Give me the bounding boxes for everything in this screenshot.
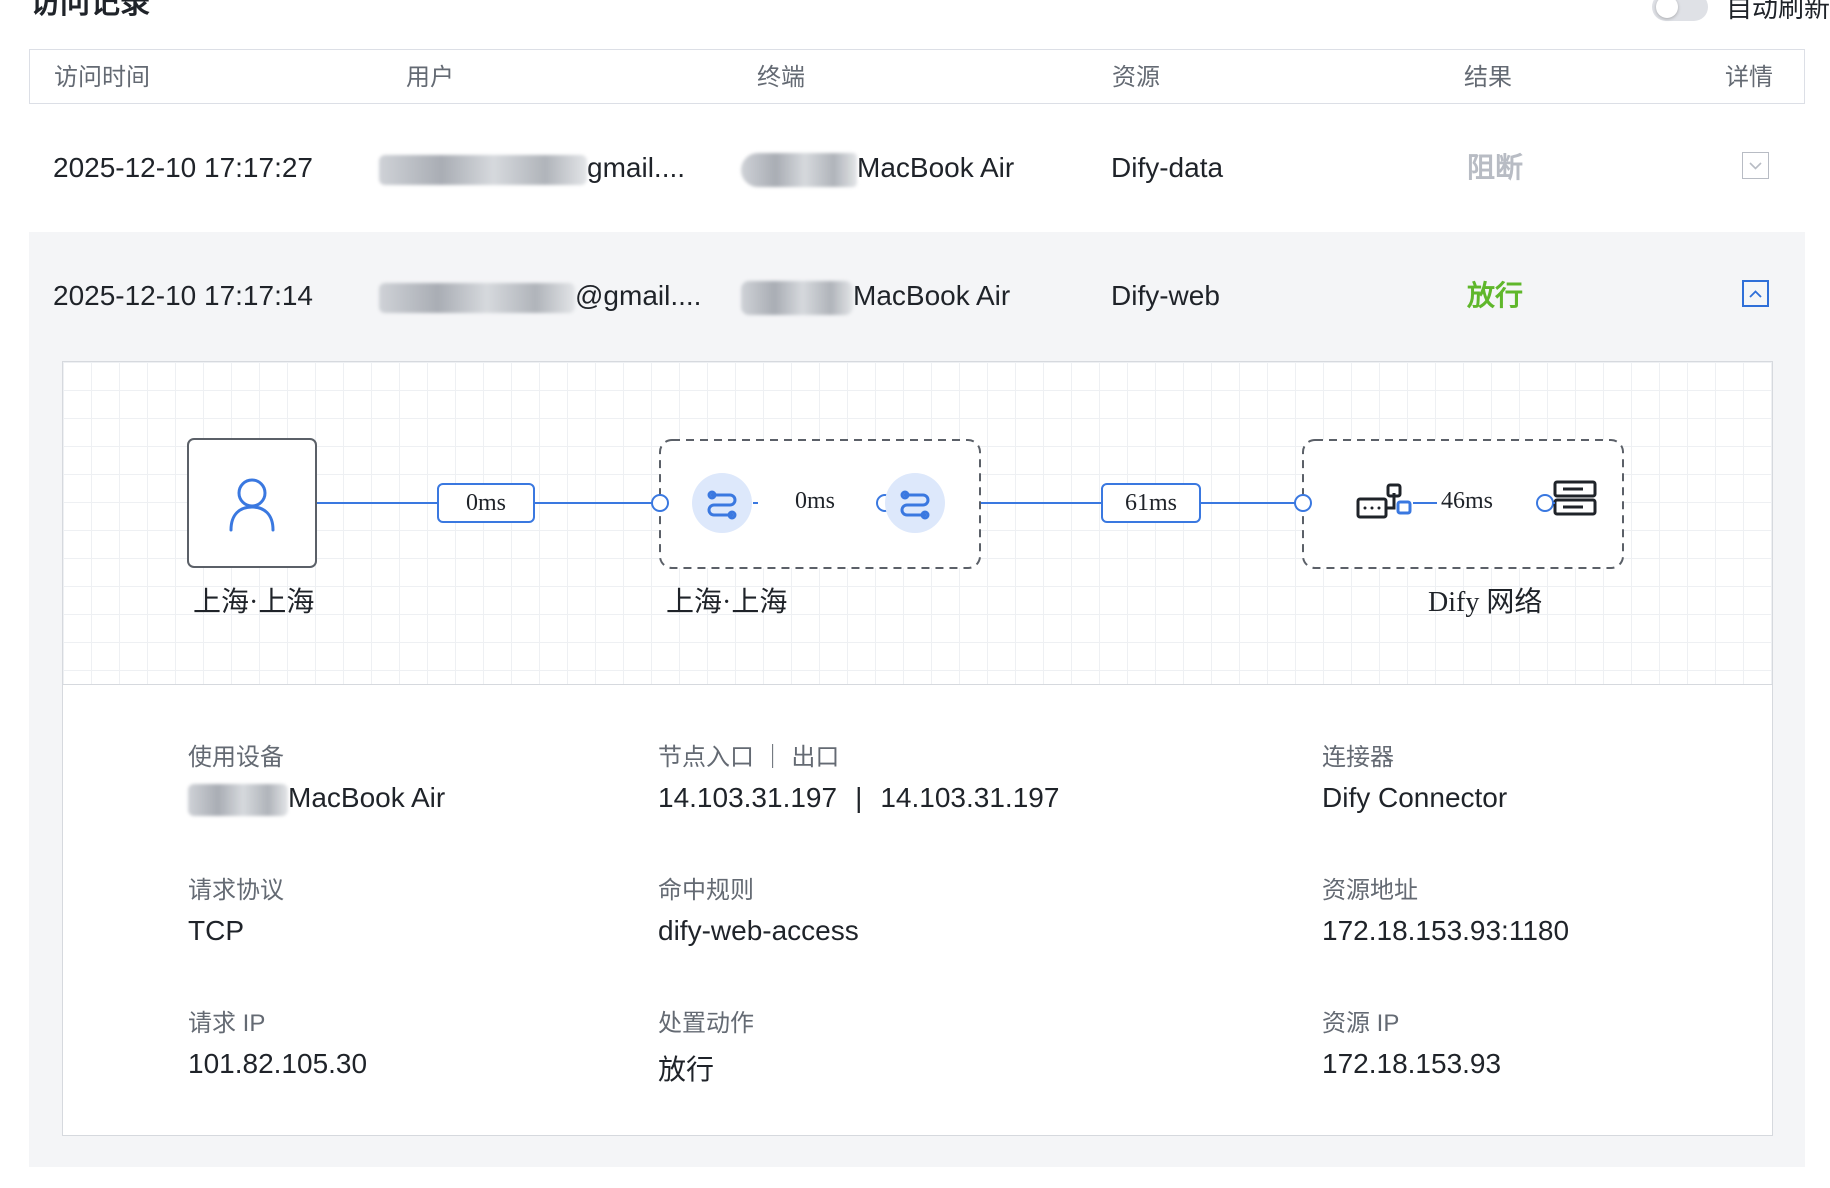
access-detail-panel: 0ms 0ms 61ms 46ms 上海·上海 上海·上海 Dify 网络 使用…: [62, 361, 1773, 1136]
auto-refresh-toggle[interactable]: [1651, 0, 1708, 21]
chevron-down-icon: [1749, 161, 1762, 170]
info-resource-address: 资源地址 172.18.153.93:1180: [1322, 877, 1570, 946]
user-node: [187, 438, 317, 568]
table-header: 访问时间 用户 终端 资源 结果 详情: [29, 49, 1805, 104]
col-resource: 资源: [1112, 64, 1160, 91]
network-name: Dify 网络: [1428, 587, 1543, 618]
redacted-blur: [741, 152, 857, 187]
auto-refresh: 自动刷新: [1651, 0, 1830, 25]
redacted-blur: [379, 154, 587, 185]
detail-info: 使用设备 MacBook Air 节点入口 ｜ 出口 14.103.31.197…: [63, 685, 1772, 1138]
col-user: 用户: [406, 64, 454, 91]
info-request-ip: 请求 IP 101.82.105.30: [188, 1010, 368, 1079]
info-connector: 连接器 Dify Connector: [1322, 744, 1508, 813]
row-user: gmail....: [379, 104, 685, 232]
latency-user-node: 0ms: [437, 483, 535, 523]
row-result-blocked: 阻断: [1467, 152, 1524, 183]
col-terminal: 终端: [757, 64, 805, 91]
user-location: 上海·上海: [193, 587, 315, 618]
chevron-up-icon: [1749, 289, 1762, 298]
info-node: 节点入口 ｜ 出口 14.103.31.197 | 14.103.31.197: [658, 744, 1060, 813]
redacted-blur: [379, 282, 575, 313]
col-result: 结果: [1464, 64, 1512, 91]
row-user: @gmail....: [379, 232, 701, 360]
path-lines: [187, 438, 1624, 569]
node-location: 上海·上海: [666, 587, 788, 618]
node-exit-icon: [885, 473, 945, 533]
row-resource: Dify-data: [1111, 152, 1224, 183]
row-resource: Dify-web: [1111, 280, 1220, 311]
info-action: 处置动作 放行: [658, 1010, 754, 1085]
page-title: 访问记录: [30, 0, 150, 20]
row-time: 2025-12-10 17:17:27: [53, 152, 313, 183]
collapse-button[interactable]: [1742, 280, 1769, 307]
row-terminal: MacBook Air: [741, 104, 1014, 232]
latency-connector-resource: 46ms: [1437, 488, 1498, 515]
access-log-table: 访问时间 用户 终端 资源 结果 详情 2025-12-10 17:17:27 …: [29, 49, 1805, 1167]
expand-button[interactable]: [1742, 152, 1769, 179]
info-device: 使用设备 MacBook Air: [188, 737, 445, 816]
info-protocol: 请求协议 TCP: [188, 877, 284, 946]
row-time: 2025-12-10 17:17:14: [53, 280, 313, 311]
node-entry-icon: [692, 473, 752, 533]
table-row-expanded[interactable]: 2025-12-10 17:17:14 @gmail.... MacBook A…: [29, 232, 1805, 1167]
redacted-blur: [741, 280, 853, 315]
col-detail: 详情: [1725, 64, 1773, 91]
col-time: 访问时间: [54, 64, 150, 91]
latency-node-connector: 61ms: [1101, 483, 1201, 523]
info-resource-ip: 资源 IP 172.18.153.93: [1322, 1010, 1502, 1079]
latency-in-node: 0ms: [791, 488, 840, 515]
auto-refresh-label: 自动刷新: [1725, 0, 1830, 23]
table-row[interactable]: 2025-12-10 17:17:27 gmail.... MacBook Ai…: [29, 104, 1805, 232]
info-rule: 命中规则 dify-web-access: [658, 877, 859, 946]
redacted-blur: [188, 783, 288, 816]
row-terminal: MacBook Air: [741, 232, 1010, 360]
row-result-allowed: 放行: [1467, 280, 1524, 311]
access-path-diagram: 0ms 0ms 61ms 46ms 上海·上海 上海·上海 Dify 网络: [63, 362, 1772, 685]
